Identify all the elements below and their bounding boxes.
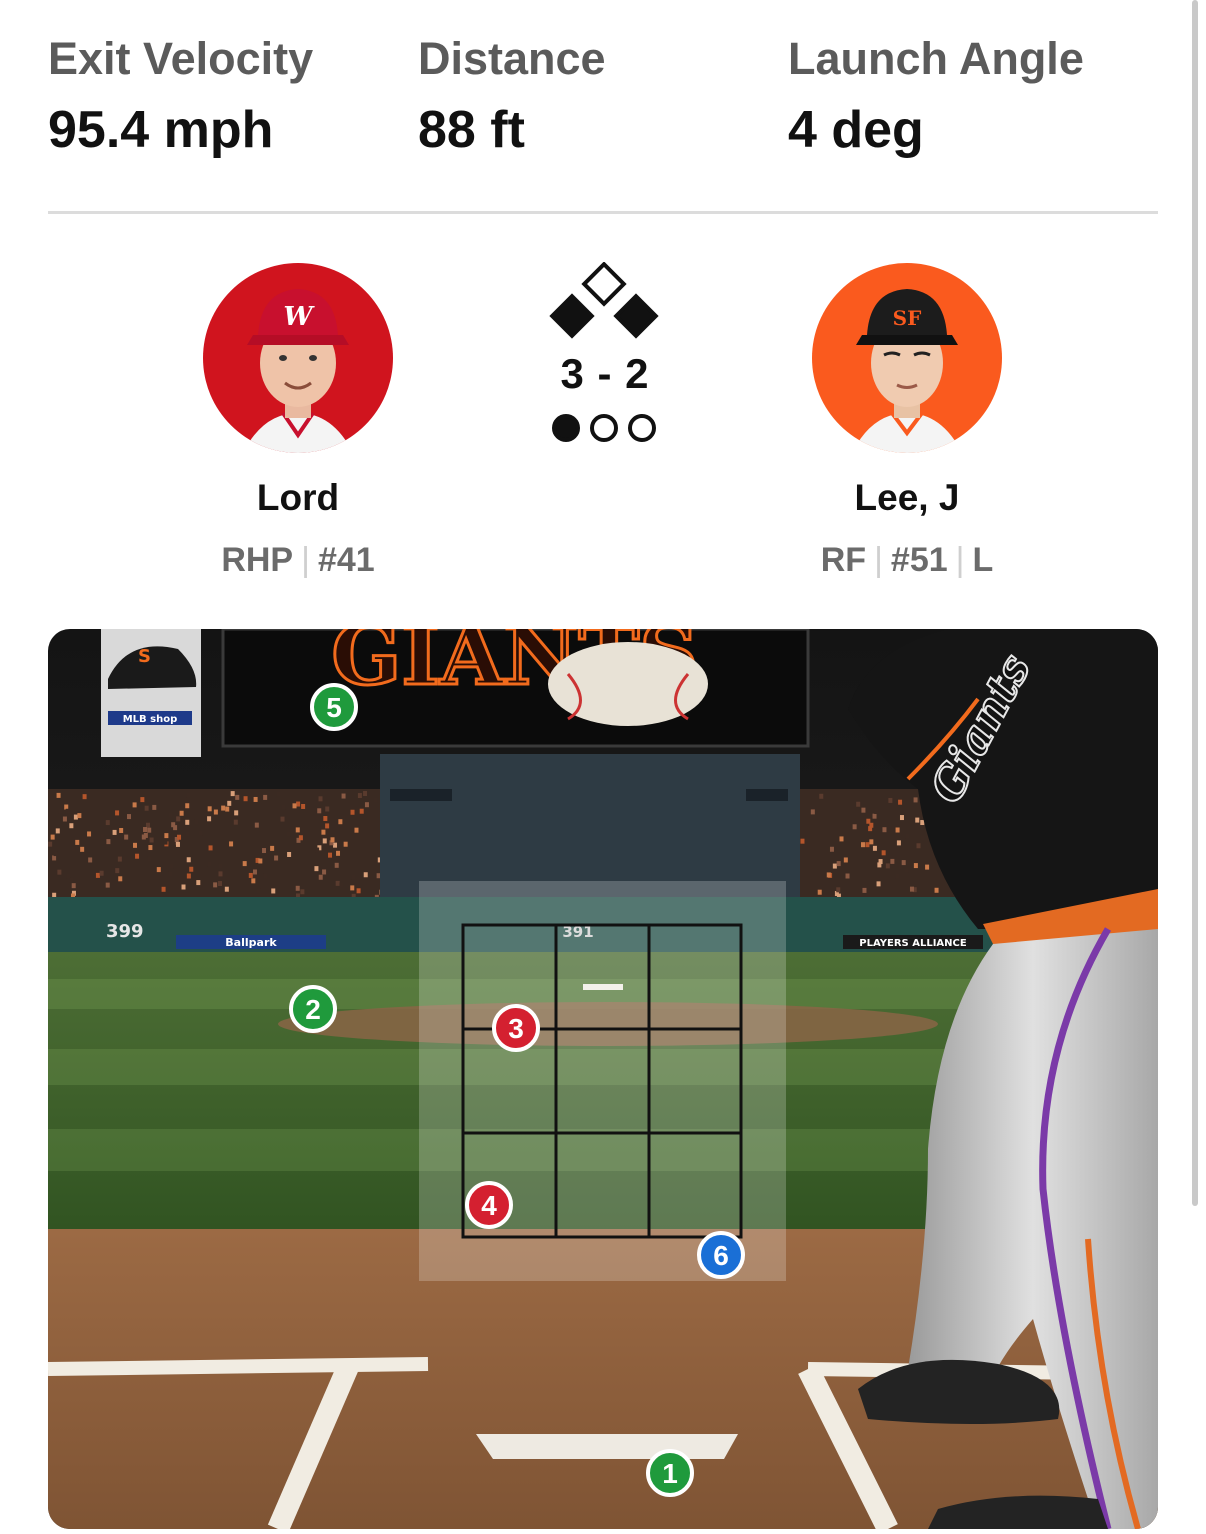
separator: | bbox=[301, 541, 310, 579]
pitcher-card[interactable]: W Lord RHP | #41 bbox=[203, 263, 393, 579]
batter-cap-logo: SF bbox=[893, 306, 922, 330]
pitch-marker-4[interactable]: 4 bbox=[465, 1181, 513, 1229]
distance-stat: Distance 88 ft bbox=[418, 32, 606, 160]
shop-sign-text: MLB shop bbox=[123, 714, 178, 725]
pitcher-name: Lord bbox=[256, 477, 340, 518]
pitcher-position: RHP bbox=[221, 541, 294, 579]
pitch-number: 4 bbox=[481, 1190, 497, 1221]
distance-label: Distance bbox=[418, 33, 606, 84]
pitcher-number: #41 bbox=[317, 541, 375, 579]
exit-velocity-value: 95.4 mph bbox=[48, 101, 274, 159]
separator: | bbox=[874, 541, 883, 579]
launch-angle-label: Launch Angle bbox=[788, 33, 1084, 84]
game-situation: 3 - 2 bbox=[540, 261, 670, 442]
bases-diamond-icon bbox=[549, 261, 659, 339]
pitch-marker-2[interactable]: 2 bbox=[289, 985, 337, 1033]
batter-name: Lee, J bbox=[854, 477, 960, 518]
hit-stats: Exit Velocity 95.4 mph Distance 88 ft La… bbox=[48, 0, 1158, 214]
pitch-number: 3 bbox=[508, 1013, 524, 1044]
pitch-number: 2 bbox=[305, 994, 321, 1025]
third-base-icon bbox=[549, 293, 595, 339]
distance-value: 88 ft bbox=[418, 101, 525, 159]
ballpark-ad: Ballpark bbox=[225, 936, 277, 949]
out-marker-icon bbox=[552, 414, 580, 442]
batter-bats: L bbox=[972, 541, 994, 579]
pitch-marker-5[interactable]: 5 bbox=[310, 683, 358, 731]
out-marker-icon bbox=[628, 414, 656, 442]
players-alliance-ad: PLAYERS ALLIANCE bbox=[859, 938, 967, 949]
out-marker-icon bbox=[590, 414, 618, 442]
outs-indicator bbox=[552, 414, 656, 442]
pitch-marker-3[interactable]: 3 bbox=[492, 1004, 540, 1052]
pitcher-avatar[interactable]: W bbox=[203, 263, 393, 453]
batter-number: #51 bbox=[890, 541, 948, 579]
baseball-graphic bbox=[548, 642, 708, 726]
scrollbar[interactable] bbox=[1192, 0, 1198, 1206]
launch-angle-stat: Launch Angle 4 deg bbox=[788, 32, 1084, 160]
batter-card[interactable]: SF Lee, J RF | #51 | L bbox=[812, 263, 1002, 579]
pitch-number: 1 bbox=[662, 1458, 678, 1489]
pitch-marker-1[interactable]: 1 bbox=[646, 1449, 694, 1497]
pitch-number: 6 bbox=[713, 1240, 729, 1271]
ball-strike-count: 3 - 2 bbox=[560, 350, 650, 397]
divider bbox=[48, 211, 1158, 214]
launch-angle-value: 4 deg bbox=[788, 101, 924, 159]
pitcher-meta: RHP | #41 bbox=[103, 541, 493, 580]
separator: | bbox=[955, 541, 965, 579]
first-base-icon bbox=[613, 293, 659, 339]
batter-avatar[interactable]: SF bbox=[812, 263, 1002, 453]
home-plate bbox=[476, 1434, 738, 1459]
pitch-number: 5 bbox=[326, 692, 342, 723]
wall-distance: 399 bbox=[106, 921, 144, 942]
exit-velocity-stat: Exit Velocity 95.4 mph bbox=[48, 32, 313, 160]
batter-position: RF bbox=[820, 541, 867, 579]
pitcher-cap-logo: W bbox=[283, 302, 315, 332]
batters-eye bbox=[380, 754, 800, 899]
exit-velocity-label: Exit Velocity bbox=[48, 33, 314, 84]
svg-text:S: S bbox=[138, 646, 151, 667]
batter-meta: RF | #51 | L bbox=[712, 541, 1102, 580]
pitch-marker-6[interactable]: 6 bbox=[697, 1231, 745, 1279]
second-base-icon bbox=[581, 261, 627, 307]
pitch-location-view[interactable]: GIANTS S MLB shop 399 Ballpark PLAYERS A… bbox=[48, 629, 1158, 1529]
